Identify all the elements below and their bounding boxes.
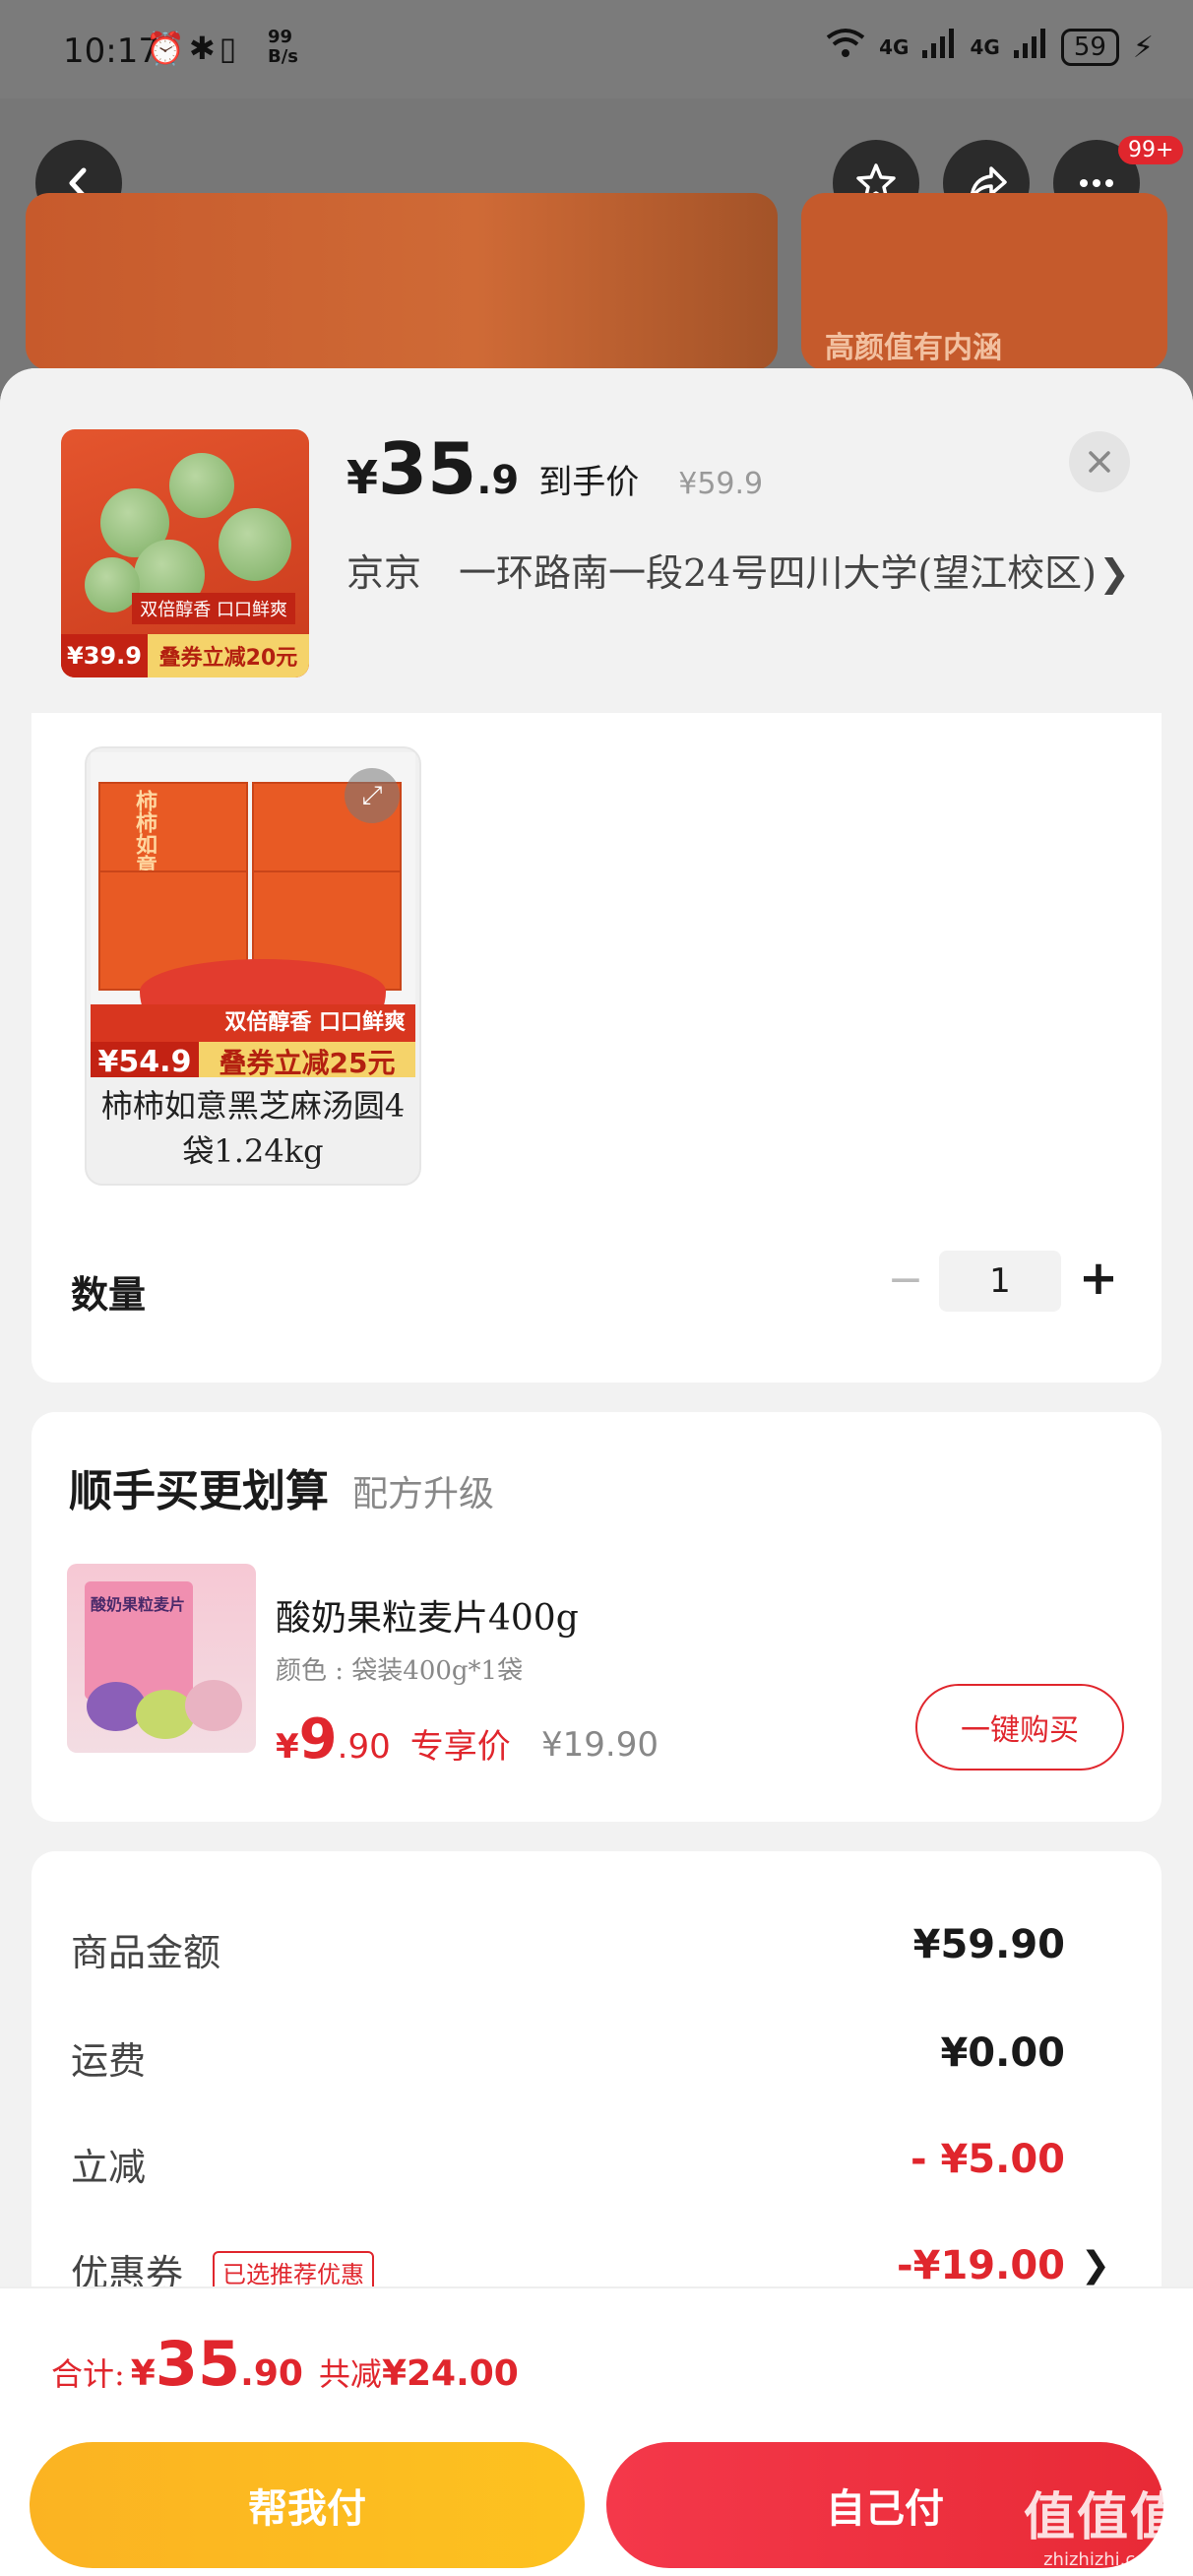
summary-row-discount: 立减 - ¥5.00 [71, 2137, 1114, 2196]
network-type-1: 4G [879, 35, 910, 59]
close-button[interactable] [1069, 431, 1130, 492]
wifi-icon [826, 28, 865, 67]
status-bar: 10:17 ⏰✱▯ 99 B/s 4G 4G 59 ⚡ [0, 0, 1193, 98]
spec-strip-deal: ¥54.9 叠券立减25元 [91, 1042, 415, 1077]
summary-value: ¥0.00 [940, 2030, 1065, 2076]
quantity-increase-button[interactable]: + [1069, 1249, 1128, 1308]
combo-original-price: ¥19.90 [541, 1725, 659, 1765]
original-price: ¥59.9 [678, 467, 764, 501]
chevron-right-icon[interactable]: ❯ [1081, 2245, 1110, 2286]
summary-value: ¥59.90 [912, 1922, 1065, 1967]
price-decimal: .9 [476, 458, 520, 503]
quantity-decrease-button[interactable]: − [876, 1251, 935, 1310]
alarm-bluetooth-vibrate-icons: ⏰✱▯ [146, 30, 241, 67]
one-click-buy-button[interactable]: 一键购买 [915, 1684, 1124, 1771]
combo-title: 顺手买更划算 [69, 1466, 329, 1516]
quantity-label: 数量 [71, 1273, 147, 1317]
network-speed: 99 B/s [268, 28, 298, 67]
total-symbol: ¥ [130, 2353, 156, 2394]
price-label: 到手价 [538, 463, 640, 502]
combo-img-label: 酸奶果粒麦片 [91, 1595, 186, 1614]
spec-option-name: 柿柿如意黑芝麻汤圆4袋1.24kg [100, 1087, 406, 1170]
spec-option-image: 柿柿如意 ⤢ 双倍醇香 口口鲜爽 ¥54.9 叠券立减25元 [91, 752, 415, 1077]
summary-value: -¥19.00 [897, 2243, 1065, 2288]
background-banner-secondary: 高颜值有内涵 [801, 193, 1167, 370]
combo-product-name: 酸奶果粒麦片400g [276, 1598, 579, 1639]
combo-price-integer: 9 [298, 1707, 338, 1771]
checkout-bar: 合计: ¥ 35 .90 共减 ¥24.00 帮我付 自己付 值值值 zhizh… [0, 2286, 1193, 2576]
more-badge: 99+ [1118, 136, 1184, 164]
status-right: 4G 4G 59 ⚡ [826, 28, 1154, 67]
battery-indicator: 59 [1060, 29, 1119, 66]
combo-price-decimal: .90 [337, 1727, 391, 1767]
help-me-pay-button[interactable]: 帮我付 [30, 2442, 585, 2568]
summary-row-goods: 商品金额 ¥59.90 [71, 1922, 1114, 1981]
combo-price: ¥ 9 .90 专享价 [276, 1707, 511, 1771]
spec-price-badge: ¥54.9 [91, 1042, 199, 1077]
total-integer: 35 [155, 2328, 241, 2400]
total-label: 合计: [51, 2355, 125, 2393]
thumb-price: ¥39.9 [61, 634, 148, 677]
spec-option-item[interactable]: 柿柿如意 ⤢ 双倍醇香 口口鲜爽 ¥54.9 叠券立减25元 柿柿如意黑芝麻汤圆… [85, 746, 421, 1186]
combo-price-label: 专享价 [409, 1727, 511, 1767]
price-integer: 35 [378, 427, 477, 510]
close-icon [1089, 451, 1110, 473]
total-save-label: 共减 [318, 2355, 382, 2393]
watermark-main: 值值值 [1023, 2488, 1183, 2547]
speed-unit: B/s [268, 46, 299, 67]
quantity-value[interactable]: 1 [939, 1251, 1061, 1312]
pkg-label: 柿柿如意 [132, 790, 157, 876]
watermark: 值值值 zhizhizhi.com [1024, 2476, 1183, 2570]
summary-value: - ¥5.00 [910, 2137, 1065, 2182]
combo-product-variant: 颜色 : 袋装400g*1袋 [276, 1656, 524, 1686]
signal-icon [922, 29, 956, 66]
thumb-deal: 叠券立减20元 [147, 634, 309, 677]
purchase-sheet: 双倍醇香 口口鲜爽 ¥39.9 叠券立减20元 ¥ 35 .9 到手价 ¥59.… [0, 368, 1193, 2576]
spec-card: 柿柿如意 ⤢ 双倍醇香 口口鲜爽 ¥54.9 叠券立减25元 柿柿如意黑芝麻汤圆… [31, 664, 1162, 1383]
combo-subtitle: 配方升级 [352, 1474, 495, 1514]
price-line: ¥ 35 .9 到手价 ¥59.9 [346, 427, 763, 510]
speed-value: 99 [268, 27, 293, 47]
expand-icon[interactable]: ⤢ [345, 768, 400, 823]
combo-price-symbol: ¥ [276, 1727, 299, 1767]
chevron-right-icon[interactable]: ❯ [1099, 551, 1130, 595]
banner-text: 高颜值有内涵 [825, 331, 1002, 365]
product-header: 双倍醇香 口口鲜爽 ¥39.9 叠券立减20元 ¥ 35 .9 到手价 ¥59.… [0, 368, 1193, 713]
summary-label: 运费 [71, 2039, 147, 2083]
thumb-strip: ¥39.9 叠券立减20元 [61, 634, 309, 677]
watermark-sub: zhizhizhi.com [1043, 2549, 1163, 2570]
summary-row-shipping: 运费 ¥0.00 [71, 2030, 1114, 2090]
summary-label: 商品金额 [71, 1931, 221, 1974]
combo-card: 顺手买更划算 配方升级 酸奶果粒麦片 酸奶果粒麦片400g 颜色 : 袋装400… [31, 1412, 1162, 1822]
total-decimal: .90 [240, 2353, 303, 2394]
network-type-2: 4G [970, 35, 1000, 59]
total-price: 合计: ¥ 35 .90 共减 ¥24.00 [51, 2328, 519, 2400]
charging-icon: ⚡ [1132, 30, 1154, 65]
product-thumbnail[interactable]: 双倍醇香 口口鲜爽 ¥39.9 叠券立减20元 [61, 429, 309, 677]
background-banner-image [26, 193, 778, 370]
spec-strip-text: 双倍醇香 口口鲜爽 [91, 1004, 415, 1042]
total-save-value: ¥24.00 [381, 2353, 519, 2394]
price-symbol: ¥ [346, 451, 379, 504]
summary-label: 立减 [71, 2146, 147, 2189]
thumb-tag: 双倍醇香 口口鲜爽 [132, 593, 295, 624]
delivery-address[interactable]: 京京 一环路南一段24号四川大学(望江校区) [346, 546, 1114, 601]
signal-icon-2 [1013, 29, 1047, 66]
spec-deal-badge: 叠券立减25元 [199, 1042, 415, 1077]
combo-product-image[interactable]: 酸奶果粒麦片 [67, 1564, 256, 1753]
